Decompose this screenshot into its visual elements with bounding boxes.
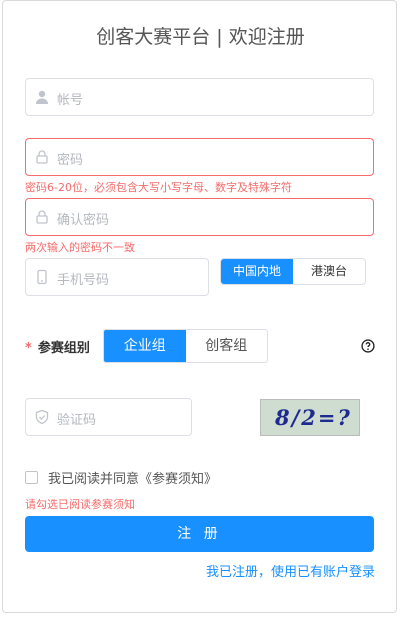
- password-error: 密码6-20位，必须包含大写小写字母、数字及特殊字符: [25, 181, 292, 194]
- confirm-password-placeholder: 确认密码: [57, 213, 110, 228]
- account-input[interactable]: 帐号: [25, 78, 374, 116]
- phone-input[interactable]: 手机号码: [25, 258, 209, 296]
- page-title: 创客大赛平台 | 欢迎注册: [96, 26, 305, 48]
- agreement-error: 请勾选已阅读参赛须知: [25, 498, 135, 511]
- captcha-image[interactable]: 8/2=?: [260, 399, 360, 436]
- captcha-input[interactable]: 验证码: [25, 398, 192, 436]
- password-input[interactable]: 密码: [25, 138, 374, 176]
- help-icon[interactable]: [361, 339, 375, 353]
- region-option-hk-macau-taiwan[interactable]: 港澳台: [293, 259, 365, 284]
- group-option-maker[interactable]: 创客组: [186, 330, 268, 362]
- group-label: * 参赛组别: [25, 337, 90, 356]
- group-selector: 企业组 创客组: [103, 329, 268, 363]
- confirm-password-input[interactable]: 确认密码: [25, 198, 374, 236]
- shield-icon: [35, 409, 49, 425]
- region-selector: 中国内地 港澳台: [220, 258, 366, 285]
- lock-icon: [36, 210, 48, 224]
- agreement-checkbox[interactable]: 我已阅读并同意《参赛须知》: [25, 468, 217, 487]
- group-label-text: 参赛组别: [37, 341, 90, 356]
- user-icon: [36, 90, 48, 104]
- agreement-label: 我已阅读并同意《参赛须知》: [48, 472, 218, 487]
- captcha-text: 8/2=?: [275, 405, 352, 430]
- phone-placeholder: 手机号码: [57, 273, 110, 288]
- checkbox-box[interactable]: [25, 471, 38, 484]
- account-placeholder: 帐号: [57, 93, 84, 108]
- password-placeholder: 密码: [57, 153, 84, 168]
- group-option-enterprise[interactable]: 企业组: [104, 330, 186, 362]
- phone-icon: [37, 269, 47, 285]
- captcha-placeholder: 验证码: [57, 413, 97, 428]
- required-mark: *: [25, 341, 32, 356]
- login-link[interactable]: 我已注册，使用已有账户登录: [206, 561, 375, 580]
- confirm-password-error: 两次输入的密码不一致: [25, 241, 135, 254]
- register-button[interactable]: 注 册: [25, 516, 374, 552]
- lock-icon: [36, 150, 48, 164]
- region-option-mainland[interactable]: 中国内地: [221, 259, 293, 284]
